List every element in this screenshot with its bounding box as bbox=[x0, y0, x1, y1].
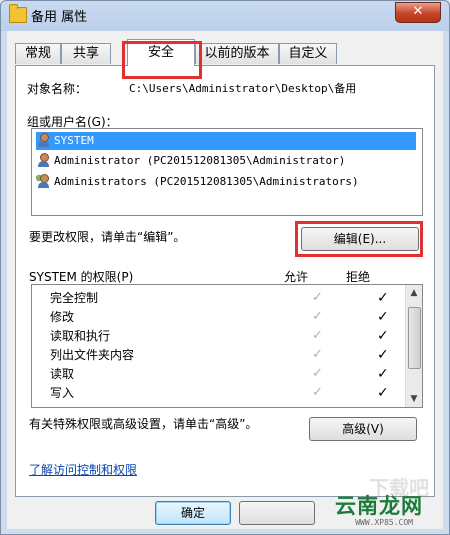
close-button[interactable]: ✕ bbox=[395, 2, 441, 23]
title-bar[interactable]: 备用 属性 ✕ bbox=[1, 1, 449, 29]
deny-check-icon: ✓ bbox=[377, 347, 389, 363]
allow-check-icon: ✓ bbox=[312, 309, 323, 324]
list-item[interactable]: Administrator (PC201512081305\Administra… bbox=[36, 152, 345, 170]
allow-header: 允许 bbox=[284, 270, 309, 284]
ok-button[interactable]: 确定 bbox=[155, 501, 231, 525]
user-name: Administrators (PC201512081305\Administr… bbox=[54, 175, 359, 188]
permission-name: 修改 bbox=[50, 310, 75, 324]
properties-window: 备用 属性 ✕ 常规 共享 安全 以前的版本 自定义 对象名称： C:\User… bbox=[0, 0, 450, 535]
scroll-thumb[interactable] bbox=[408, 307, 421, 369]
table-row: 写入 ✓ ✓ bbox=[50, 384, 400, 402]
deny-check-icon: ✓ bbox=[377, 309, 389, 325]
highlight-box-edit bbox=[295, 221, 423, 257]
permissions-scrollbar[interactable]: ▲ ▼ bbox=[405, 285, 422, 407]
scroll-up-icon[interactable]: ▲ bbox=[406, 285, 422, 301]
deny-check-icon: ✓ bbox=[377, 366, 389, 382]
user-name: SYSTEM bbox=[54, 134, 94, 147]
permission-name: 写入 bbox=[50, 386, 75, 400]
permission-name: 读取 bbox=[50, 367, 75, 381]
users-icon bbox=[36, 174, 52, 188]
permission-name: 完全控制 bbox=[50, 291, 99, 305]
permission-name: 读取和执行 bbox=[50, 329, 111, 343]
special-permissions-hint: 有关特殊权限或高级设置，请单击“高级”。 bbox=[29, 417, 258, 431]
access-control-link[interactable]: 了解访问控制和权限 bbox=[29, 461, 137, 478]
folder-icon bbox=[9, 4, 27, 23]
user-name: Administrator (PC201512081305\Administra… bbox=[54, 154, 346, 167]
highlight-box-tab bbox=[122, 41, 202, 79]
permissions-list[interactable]: 完全控制 ✓ ✓ 修改 ✓ ✓ 读取和执行 ✓ ✓ 列出文件夹内容 ✓ ✓ 读取 bbox=[31, 284, 423, 408]
deny-header: 拒绝 bbox=[346, 270, 371, 284]
object-name-label: 对象名称： bbox=[27, 82, 88, 96]
tab-general[interactable]: 常规 bbox=[15, 43, 61, 64]
list-item[interactable]: Administrators (PC201512081305\Administr… bbox=[36, 173, 359, 191]
table-row: 修改 ✓ ✓ bbox=[50, 308, 400, 326]
dialog-client: 常规 共享 安全 以前的版本 自定义 对象名称： C:\Users\Admini… bbox=[7, 31, 443, 529]
allow-check-icon: ✓ bbox=[312, 385, 323, 400]
deny-check-icon: ✓ bbox=[377, 290, 389, 306]
users-icon bbox=[36, 133, 52, 147]
permission-name: 列出文件夹内容 bbox=[50, 348, 135, 362]
table-row: 读取和执行 ✓ ✓ bbox=[50, 327, 400, 345]
user-icon bbox=[36, 153, 52, 167]
deny-check-icon: ✓ bbox=[377, 385, 389, 401]
object-name-value: C:\Users\Administrator\Desktop\备用 bbox=[129, 82, 357, 95]
advanced-button[interactable]: 高级(V) bbox=[309, 417, 417, 441]
tab-sharing[interactable]: 共享 bbox=[61, 43, 111, 64]
table-row: 读取 ✓ ✓ bbox=[50, 365, 400, 383]
group-user-list[interactable]: SYSTEM Administrator (PC201512081305\Adm… bbox=[31, 128, 423, 216]
allow-check-icon: ✓ bbox=[312, 366, 323, 381]
table-row: 列出文件夹内容 ✓ ✓ bbox=[50, 346, 400, 364]
table-row: 完全控制 ✓ ✓ bbox=[50, 289, 400, 307]
list-item[interactable]: SYSTEM bbox=[36, 132, 416, 150]
window-title: 备用 属性 bbox=[31, 10, 88, 25]
tab-strip: 常规 共享 安全 以前的版本 自定义 bbox=[15, 39, 435, 79]
allow-check-icon: ✓ bbox=[312, 328, 323, 343]
allow-check-icon: ✓ bbox=[312, 290, 323, 305]
deny-check-icon: ✓ bbox=[377, 328, 389, 344]
scroll-down-icon[interactable]: ▼ bbox=[406, 391, 422, 407]
permissions-title: SYSTEM 的权限(P) bbox=[29, 270, 134, 284]
tab-customize[interactable]: 自定义 bbox=[279, 43, 337, 64]
change-permissions-hint: 要更改权限，请单击“编辑”。 bbox=[29, 230, 186, 244]
cancel-button[interactable] bbox=[239, 501, 315, 525]
tab-previous-versions[interactable]: 以前的版本 bbox=[195, 43, 279, 64]
allow-check-icon: ✓ bbox=[312, 347, 323, 362]
